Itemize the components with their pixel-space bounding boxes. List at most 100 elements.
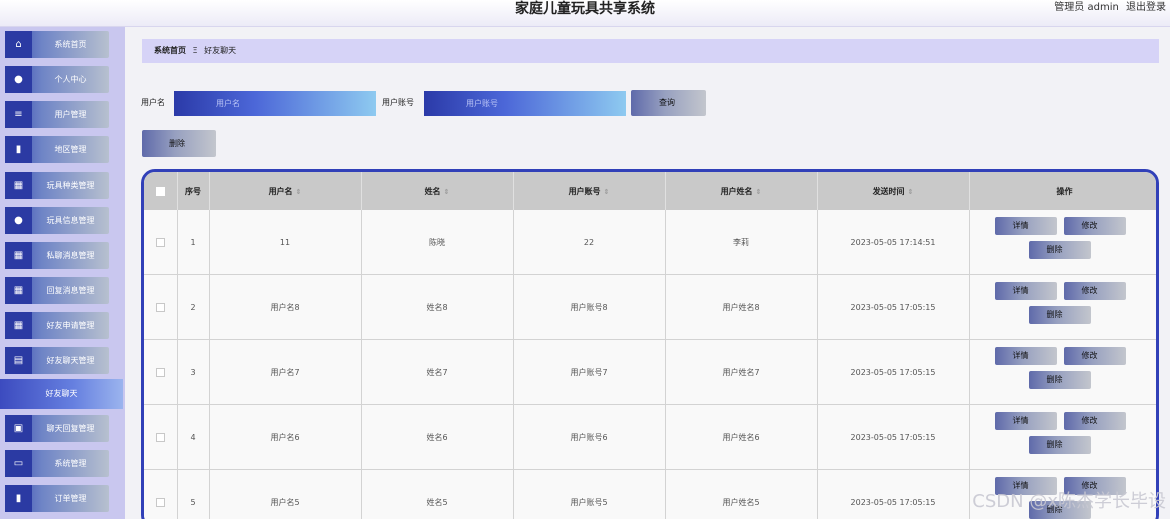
sidebar-item-9[interactable]: ▤ 好友聊天管理 bbox=[5, 347, 109, 374]
delete-button-label: 删除 bbox=[1046, 440, 1063, 449]
row-checkbox[interactable] bbox=[155, 237, 165, 247]
table-row: 3 用户名7 姓名7 用户账号7 用户姓名7 2023-05-05 17:05:… bbox=[144, 339, 1156, 405]
row-select-cell[interactable] bbox=[144, 274, 178, 340]
grid-icon: ▦ bbox=[5, 277, 32, 304]
row-checkbox[interactable] bbox=[155, 432, 165, 442]
row-select-cell[interactable] bbox=[144, 210, 178, 275]
col-header-user-name[interactable]: 用户姓名 ⇕ bbox=[665, 172, 818, 210]
cell-username: 用户名8 bbox=[209, 274, 362, 340]
detail-button-label: 详情 bbox=[1012, 351, 1029, 360]
cell-account: 22 bbox=[513, 210, 666, 275]
cell-account: 用户账号7 bbox=[513, 339, 666, 405]
cell-time: 2023-05-05 17:05:15 bbox=[817, 339, 970, 405]
cell-username: 11 bbox=[209, 210, 362, 275]
sidebar-item-label: 玩具信息管理 bbox=[46, 216, 95, 225]
sidebar-item-label: 好友申请管理 bbox=[46, 321, 95, 330]
cell-username: 用户名7 bbox=[209, 339, 362, 405]
edit-button[interactable]: 修改 bbox=[1063, 282, 1126, 300]
sidebar-item-1[interactable]: ● 个人中心 bbox=[5, 66, 109, 93]
col-header-name[interactable]: 姓名 ⇕ bbox=[361, 172, 514, 210]
col-header-account-label: 用户账号 bbox=[568, 186, 601, 196]
cell-no: 1 bbox=[177, 210, 210, 275]
col-header-time[interactable]: 发送时间 ⇕ bbox=[817, 172, 970, 210]
sidebar-item-5[interactable]: ● 玩具信息管理 bbox=[5, 207, 109, 234]
cell-user-name: 用户姓名6 bbox=[665, 404, 818, 470]
sidebar-item-4[interactable]: ▦ 玩具种类管理 bbox=[5, 172, 109, 199]
sidebar-item-8[interactable]: ▦ 好友申请管理 bbox=[5, 312, 109, 339]
list-icon: ≡ bbox=[5, 101, 32, 128]
sidebar-item-label: 地区管理 bbox=[54, 145, 87, 154]
detail-button[interactable]: 详情 bbox=[994, 282, 1057, 300]
delete-button[interactable]: 删除 bbox=[1028, 306, 1091, 324]
sidebar-item-2[interactable]: ≡ 用户管理 bbox=[5, 101, 109, 128]
home-icon: ⌂ bbox=[5, 31, 32, 58]
delete-button[interactable]: 删除 bbox=[1028, 371, 1091, 389]
sidebar-item-0[interactable]: ⌂ 系统首页 bbox=[5, 31, 109, 58]
sort-icon[interactable]: ⇕ bbox=[296, 188, 302, 196]
row-select-cell[interactable] bbox=[144, 339, 178, 405]
detail-button[interactable]: 详情 bbox=[994, 217, 1057, 235]
query-button[interactable]: 查询 bbox=[631, 90, 706, 116]
sidebar-item-label: 系统管理 bbox=[54, 459, 87, 468]
col-header-user-name-label: 用户姓名 bbox=[720, 186, 753, 196]
batch-delete-label: 删除 bbox=[169, 138, 185, 148]
cell-actions: 详情 修改 删除 bbox=[969, 210, 1156, 275]
delete-button[interactable]: 删除 bbox=[1028, 241, 1091, 259]
detail-button[interactable]: 详情 bbox=[994, 347, 1057, 365]
sidebar-item-11[interactable]: ▭ 系统管理 bbox=[5, 450, 109, 477]
cell-time: 2023-05-05 17:05:15 bbox=[817, 469, 970, 519]
sidebar-subitem-friend-chat[interactable]: 好友聊天 bbox=[0, 379, 123, 409]
logout-link[interactable]: 退出登录 bbox=[1126, 2, 1166, 13]
edit-button[interactable]: 修改 bbox=[1063, 217, 1126, 235]
col-header-account[interactable]: 用户账号 ⇕ bbox=[513, 172, 666, 210]
sidebar-item-12[interactable]: ▮ 订单管理 bbox=[5, 485, 109, 512]
detail-button[interactable]: 详情 bbox=[994, 412, 1057, 430]
admin-label: 管理员 admin bbox=[1054, 2, 1119, 13]
cell-account: 用户账号8 bbox=[513, 274, 666, 340]
sort-icon[interactable]: ⇕ bbox=[444, 188, 450, 196]
sort-icon[interactable]: ⇕ bbox=[604, 188, 610, 196]
delete-button[interactable]: 删除 bbox=[1028, 436, 1091, 454]
batch-delete-button[interactable]: 删除 bbox=[142, 130, 216, 157]
chat-table: 序号 用户名 ⇕ 姓名 ⇕ 用户账号 ⇕ 用户姓名 ⇕ 发送时间 ⇕ 操作 1 11 陈晓… bbox=[141, 169, 1159, 519]
edit-button-label: 修改 bbox=[1081, 351, 1098, 360]
col-header-time-label: 发送时间 bbox=[872, 186, 905, 196]
cell-user-name: 用户姓名8 bbox=[665, 274, 818, 340]
cell-username: 用户名6 bbox=[209, 404, 362, 470]
account-search-input[interactable] bbox=[424, 91, 626, 116]
cell-user-name: 用户姓名5 bbox=[665, 469, 818, 519]
sidebar-item-10[interactable]: ▣ 聊天回复管理 bbox=[5, 415, 109, 442]
row-select-cell[interactable] bbox=[144, 469, 178, 519]
col-header-username[interactable]: 用户名 ⇕ bbox=[209, 172, 362, 210]
sidebar-item-6[interactable]: ▦ 私聊消息管理 bbox=[5, 242, 109, 269]
col-header-username-label: 用户名 bbox=[268, 186, 293, 196]
chart-icon: ▮ bbox=[5, 485, 32, 512]
grid-icon: ▦ bbox=[5, 242, 32, 269]
row-checkbox[interactable] bbox=[155, 497, 165, 507]
user-area: 管理员 admin 退出登录 bbox=[1050, 0, 1166, 16]
sidebar: ⌂ 系统首页 ● 个人中心 ≡ 用户管理 ▮ 地区管理 ▦ 玩具种类管理 ● 玩… bbox=[0, 27, 125, 519]
row-select-cell[interactable] bbox=[144, 404, 178, 470]
cell-name: 姓名8 bbox=[361, 274, 514, 340]
edit-button[interactable]: 修改 bbox=[1063, 347, 1126, 365]
sort-icon[interactable]: ⇕ bbox=[908, 188, 914, 196]
col-header-no: 序号 bbox=[177, 172, 210, 210]
edit-button[interactable]: 修改 bbox=[1063, 412, 1126, 430]
table-row: 2 用户名8 姓名8 用户账号8 用户姓名8 2023-05-05 17:05:… bbox=[144, 274, 1156, 340]
sort-icon[interactable]: ⇕ bbox=[756, 188, 762, 196]
breadcrumb: 系统首页 Ξ 好友聊天 bbox=[142, 39, 1159, 63]
cell-no: 5 bbox=[177, 469, 210, 519]
breadcrumb-home[interactable]: 系统首页 bbox=[154, 46, 186, 55]
delete-button-label: 删除 bbox=[1046, 310, 1063, 319]
select-all-cell[interactable] bbox=[144, 172, 178, 210]
username-search-input[interactable] bbox=[174, 91, 376, 116]
app-title: 家庭儿童玩具共享系统 bbox=[515, 1, 655, 17]
row-checkbox[interactable] bbox=[155, 367, 165, 377]
sidebar-item-3[interactable]: ▮ 地区管理 bbox=[5, 136, 109, 163]
sidebar-item-7[interactable]: ▦ 回复消息管理 bbox=[5, 277, 109, 304]
row-checkbox[interactable] bbox=[155, 302, 165, 312]
sidebar-item-label: 个人中心 bbox=[54, 75, 87, 84]
grid-icon: ▦ bbox=[5, 172, 32, 199]
cell-time: 2023-05-05 17:05:15 bbox=[817, 274, 970, 340]
select-all-checkbox[interactable] bbox=[155, 186, 165, 196]
